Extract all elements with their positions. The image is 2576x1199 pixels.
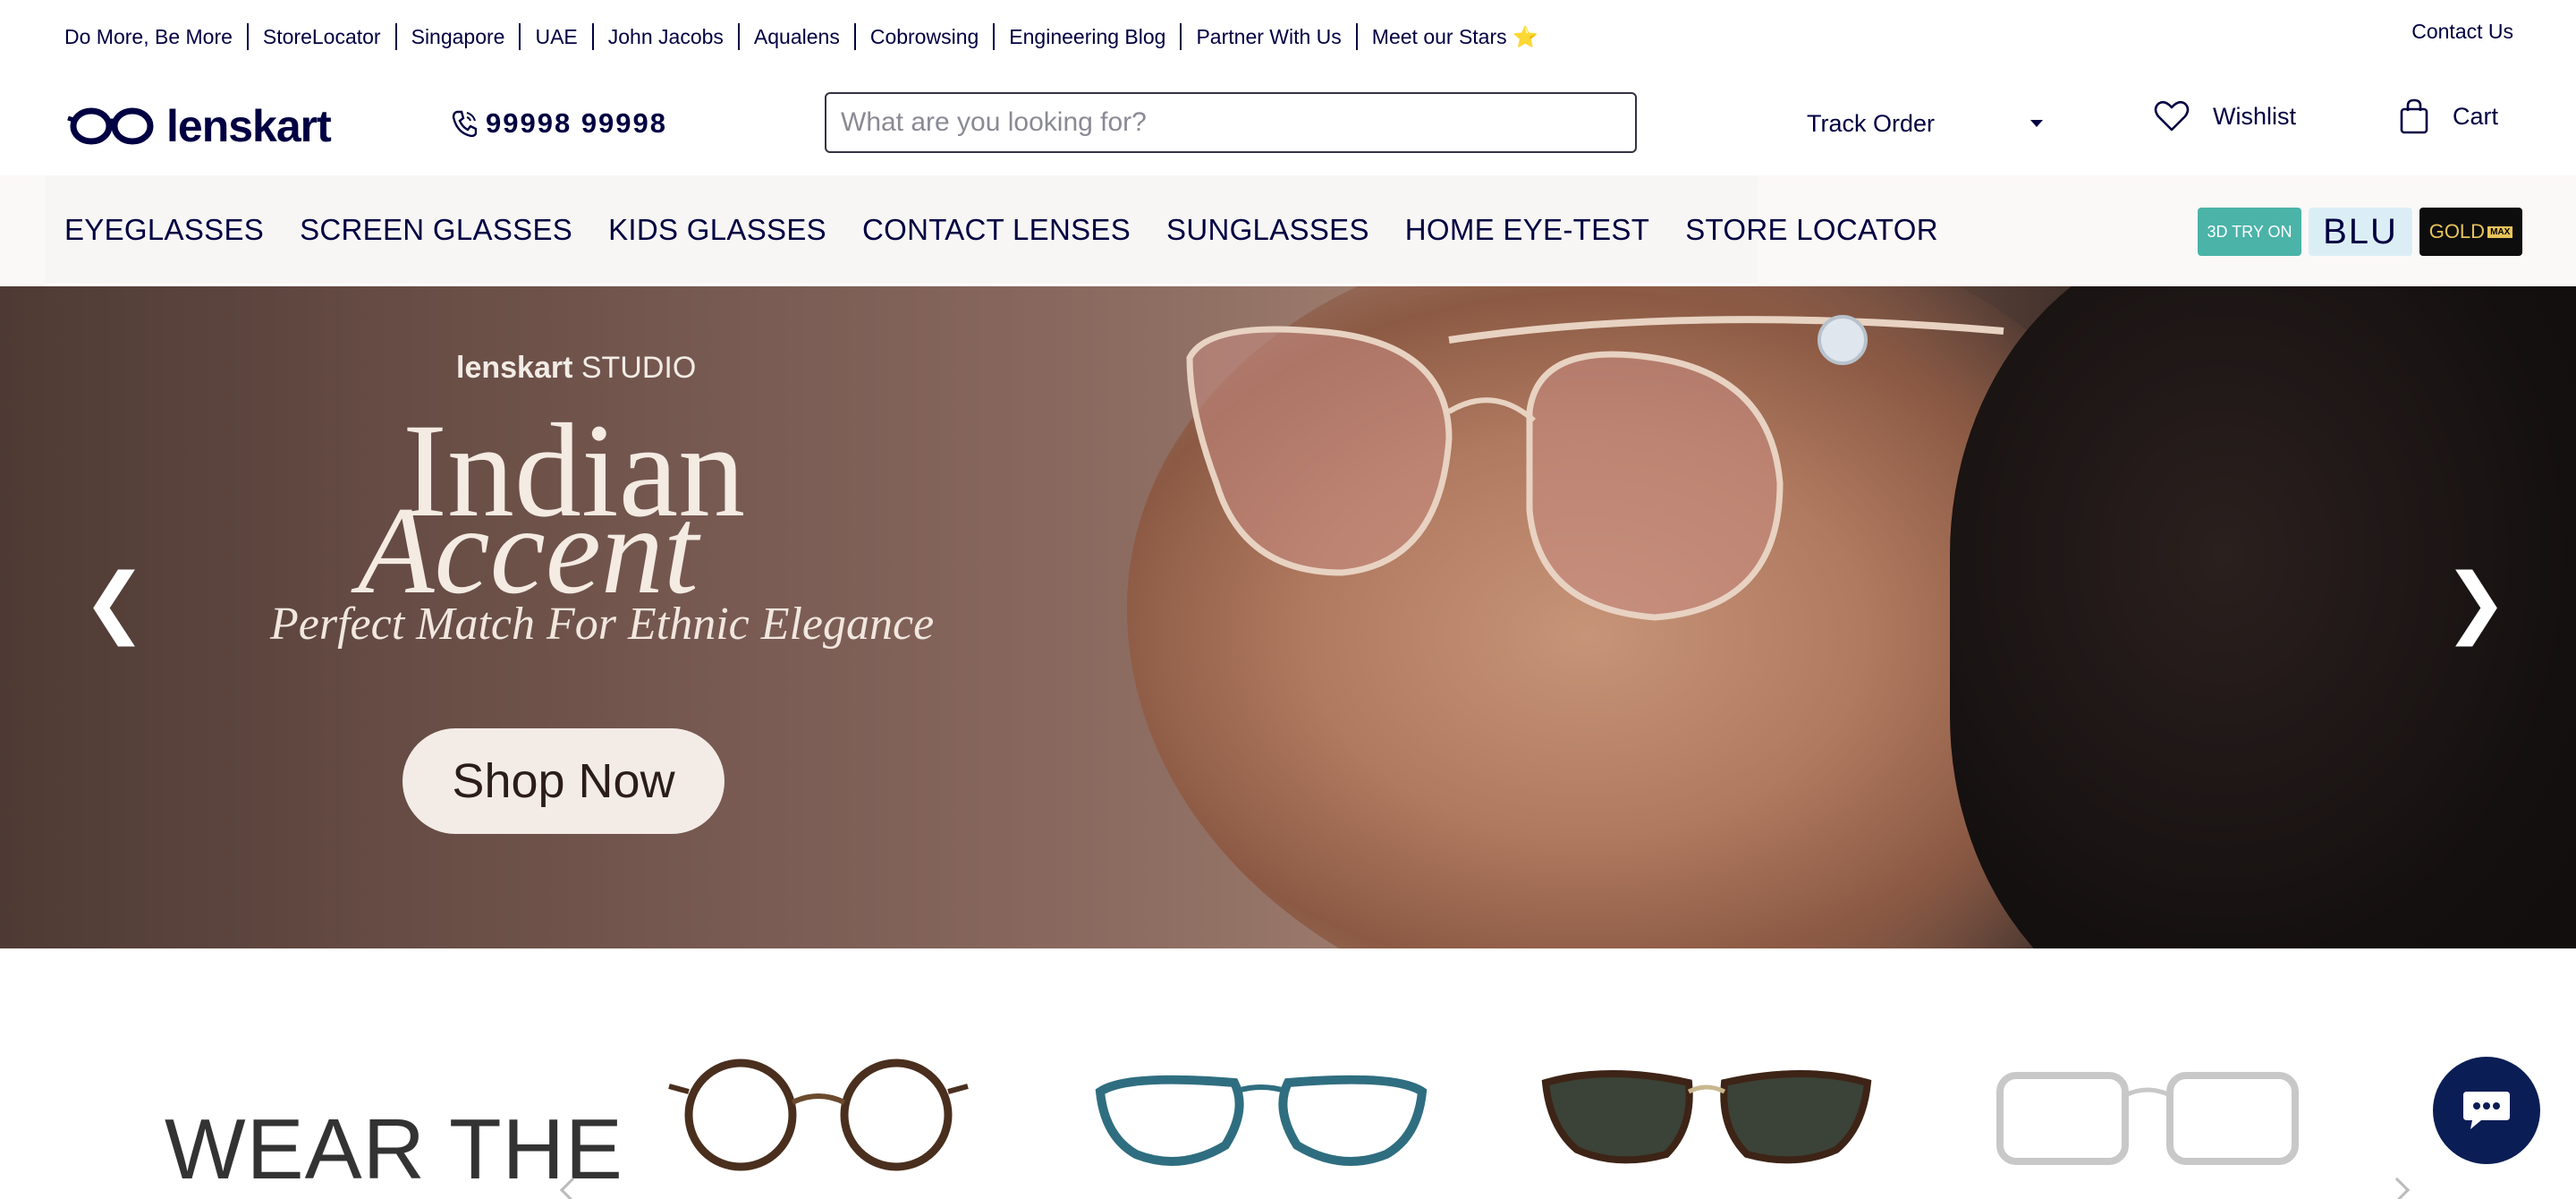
nav-store-locator[interactable]: STORE LOCATOR — [1685, 213, 1938, 247]
top-link-cobrowsing[interactable]: Cobrowsing — [853, 23, 993, 50]
logo-glasses-icon — [67, 107, 154, 145]
track-order-dropdown[interactable]: Track Order — [1807, 104, 2048, 143]
phone-number: 99998 99998 — [486, 107, 668, 139]
top-link-storelocator[interactable]: StoreLocator — [246, 23, 395, 50]
chat-icon — [2463, 1092, 2510, 1129]
lenskart-logo[interactable]: lenskart — [66, 100, 332, 152]
caret-down-icon — [2030, 120, 2043, 127]
hero-sunglasses-image — [1186, 315, 2004, 621]
hero-brand: lenskart STUDIO — [456, 351, 696, 386]
hero-tagline: Perfect Match For Ethnic Elegance — [270, 599, 935, 650]
bag-icon — [2400, 98, 2428, 134]
products-next-icon[interactable] — [2384, 1177, 2411, 1199]
nav-contact-lenses[interactable]: CONTACT LENSES — [862, 213, 1131, 247]
shop-now-button[interactable]: Shop Now — [402, 728, 724, 834]
badge-3d-try-on[interactable]: 3D TRY ON — [2198, 208, 2301, 256]
top-link-aqualens[interactable]: Aqualens — [737, 23, 854, 50]
section-heading: WEAR THE — [165, 1101, 623, 1197]
product-section: WEAR THE — [0, 948, 2576, 1199]
top-link-meet-stars[interactable]: Meet our Stars ⭐ — [1355, 23, 1553, 50]
cart-label: Cart — [2453, 102, 2499, 130]
product-cateye-blue[interactable] — [1091, 1056, 1431, 1172]
top-links: Do More, Be More StoreLocator Singapore … — [64, 23, 1553, 50]
phone-icon — [452, 110, 477, 137]
top-link-partner[interactable]: Partner With Us — [1180, 23, 1355, 50]
track-order-label: Track Order — [1807, 109, 1936, 137]
top-link-john-jacobs[interactable]: John Jacobs — [591, 23, 738, 50]
top-link-uae[interactable]: UAE — [519, 23, 591, 50]
product-clubmaster-sunglasses[interactable] — [1537, 1056, 1877, 1172]
nav-badges: 3D TRY ON BLU GOLD MAX — [2198, 208, 2522, 256]
carousel-prev-icon[interactable]: ❮ — [82, 564, 147, 641]
phone-contact[interactable]: 99998 99998 — [452, 107, 667, 140]
product-round-tortoise[interactable] — [662, 1056, 975, 1172]
badge-gold-label: GOLD — [2428, 220, 2486, 242]
top-link-do-more[interactable]: Do More, Be More — [64, 23, 247, 50]
wishlist-button[interactable]: Wishlist — [2154, 100, 2296, 132]
cart-button[interactable]: Cart — [2399, 98, 2498, 134]
hero-brand-suffix: STUDIO — [580, 351, 697, 385]
search-box[interactable] — [825, 92, 1637, 153]
heart-icon — [2154, 100, 2190, 132]
chat-widget-button[interactable] — [2433, 1057, 2540, 1164]
search-input[interactable] — [826, 94, 1635, 151]
nav-screen-glasses[interactable]: SCREEN GLASSES — [300, 213, 572, 247]
main-nav: EYEGLASSES SCREEN GLASSES KIDS GLASSES C… — [0, 175, 2576, 286]
hero-banner[interactable]: lenskart STUDIO Indian Accent Perfect Ma… — [0, 286, 2576, 948]
hero-brand-name: lenskart — [456, 351, 573, 385]
contact-us-link[interactable]: Contact Us — [2411, 20, 2513, 44]
nav-home-eye-test[interactable]: HOME EYE-TEST — [1405, 213, 1649, 247]
nav-kids-glasses[interactable]: KIDS GLASSES — [608, 213, 826, 247]
badge-blu[interactable]: BLU — [2309, 208, 2412, 256]
main-header: lenskart 99998 99998 Track Order Wishlis… — [0, 75, 2576, 175]
nav-links: EYEGLASSES SCREEN GLASSES KIDS GLASSES C… — [64, 213, 1974, 247]
badge-gold-max[interactable]: GOLD MAX — [2419, 208, 2522, 256]
top-link-singapore[interactable]: Singapore — [394, 23, 520, 50]
nav-eyeglasses[interactable]: EYEGLASSES — [64, 213, 264, 247]
nav-sunglasses[interactable]: SUNGLASSES — [1166, 213, 1369, 247]
product-clear-rectangle[interactable] — [1991, 1056, 2304, 1172]
logo-wordmark: lenskart — [166, 101, 332, 151]
wishlist-label: Wishlist — [2213, 102, 2296, 130]
badge-max-label: MAX — [2487, 225, 2513, 238]
top-link-engineering-blog[interactable]: Engineering Blog — [993, 23, 1180, 50]
carousel-next-icon[interactable]: ❯ — [2444, 564, 2508, 641]
top-utility-bar: Do More, Be More StoreLocator Singapore … — [0, 0, 2576, 75]
